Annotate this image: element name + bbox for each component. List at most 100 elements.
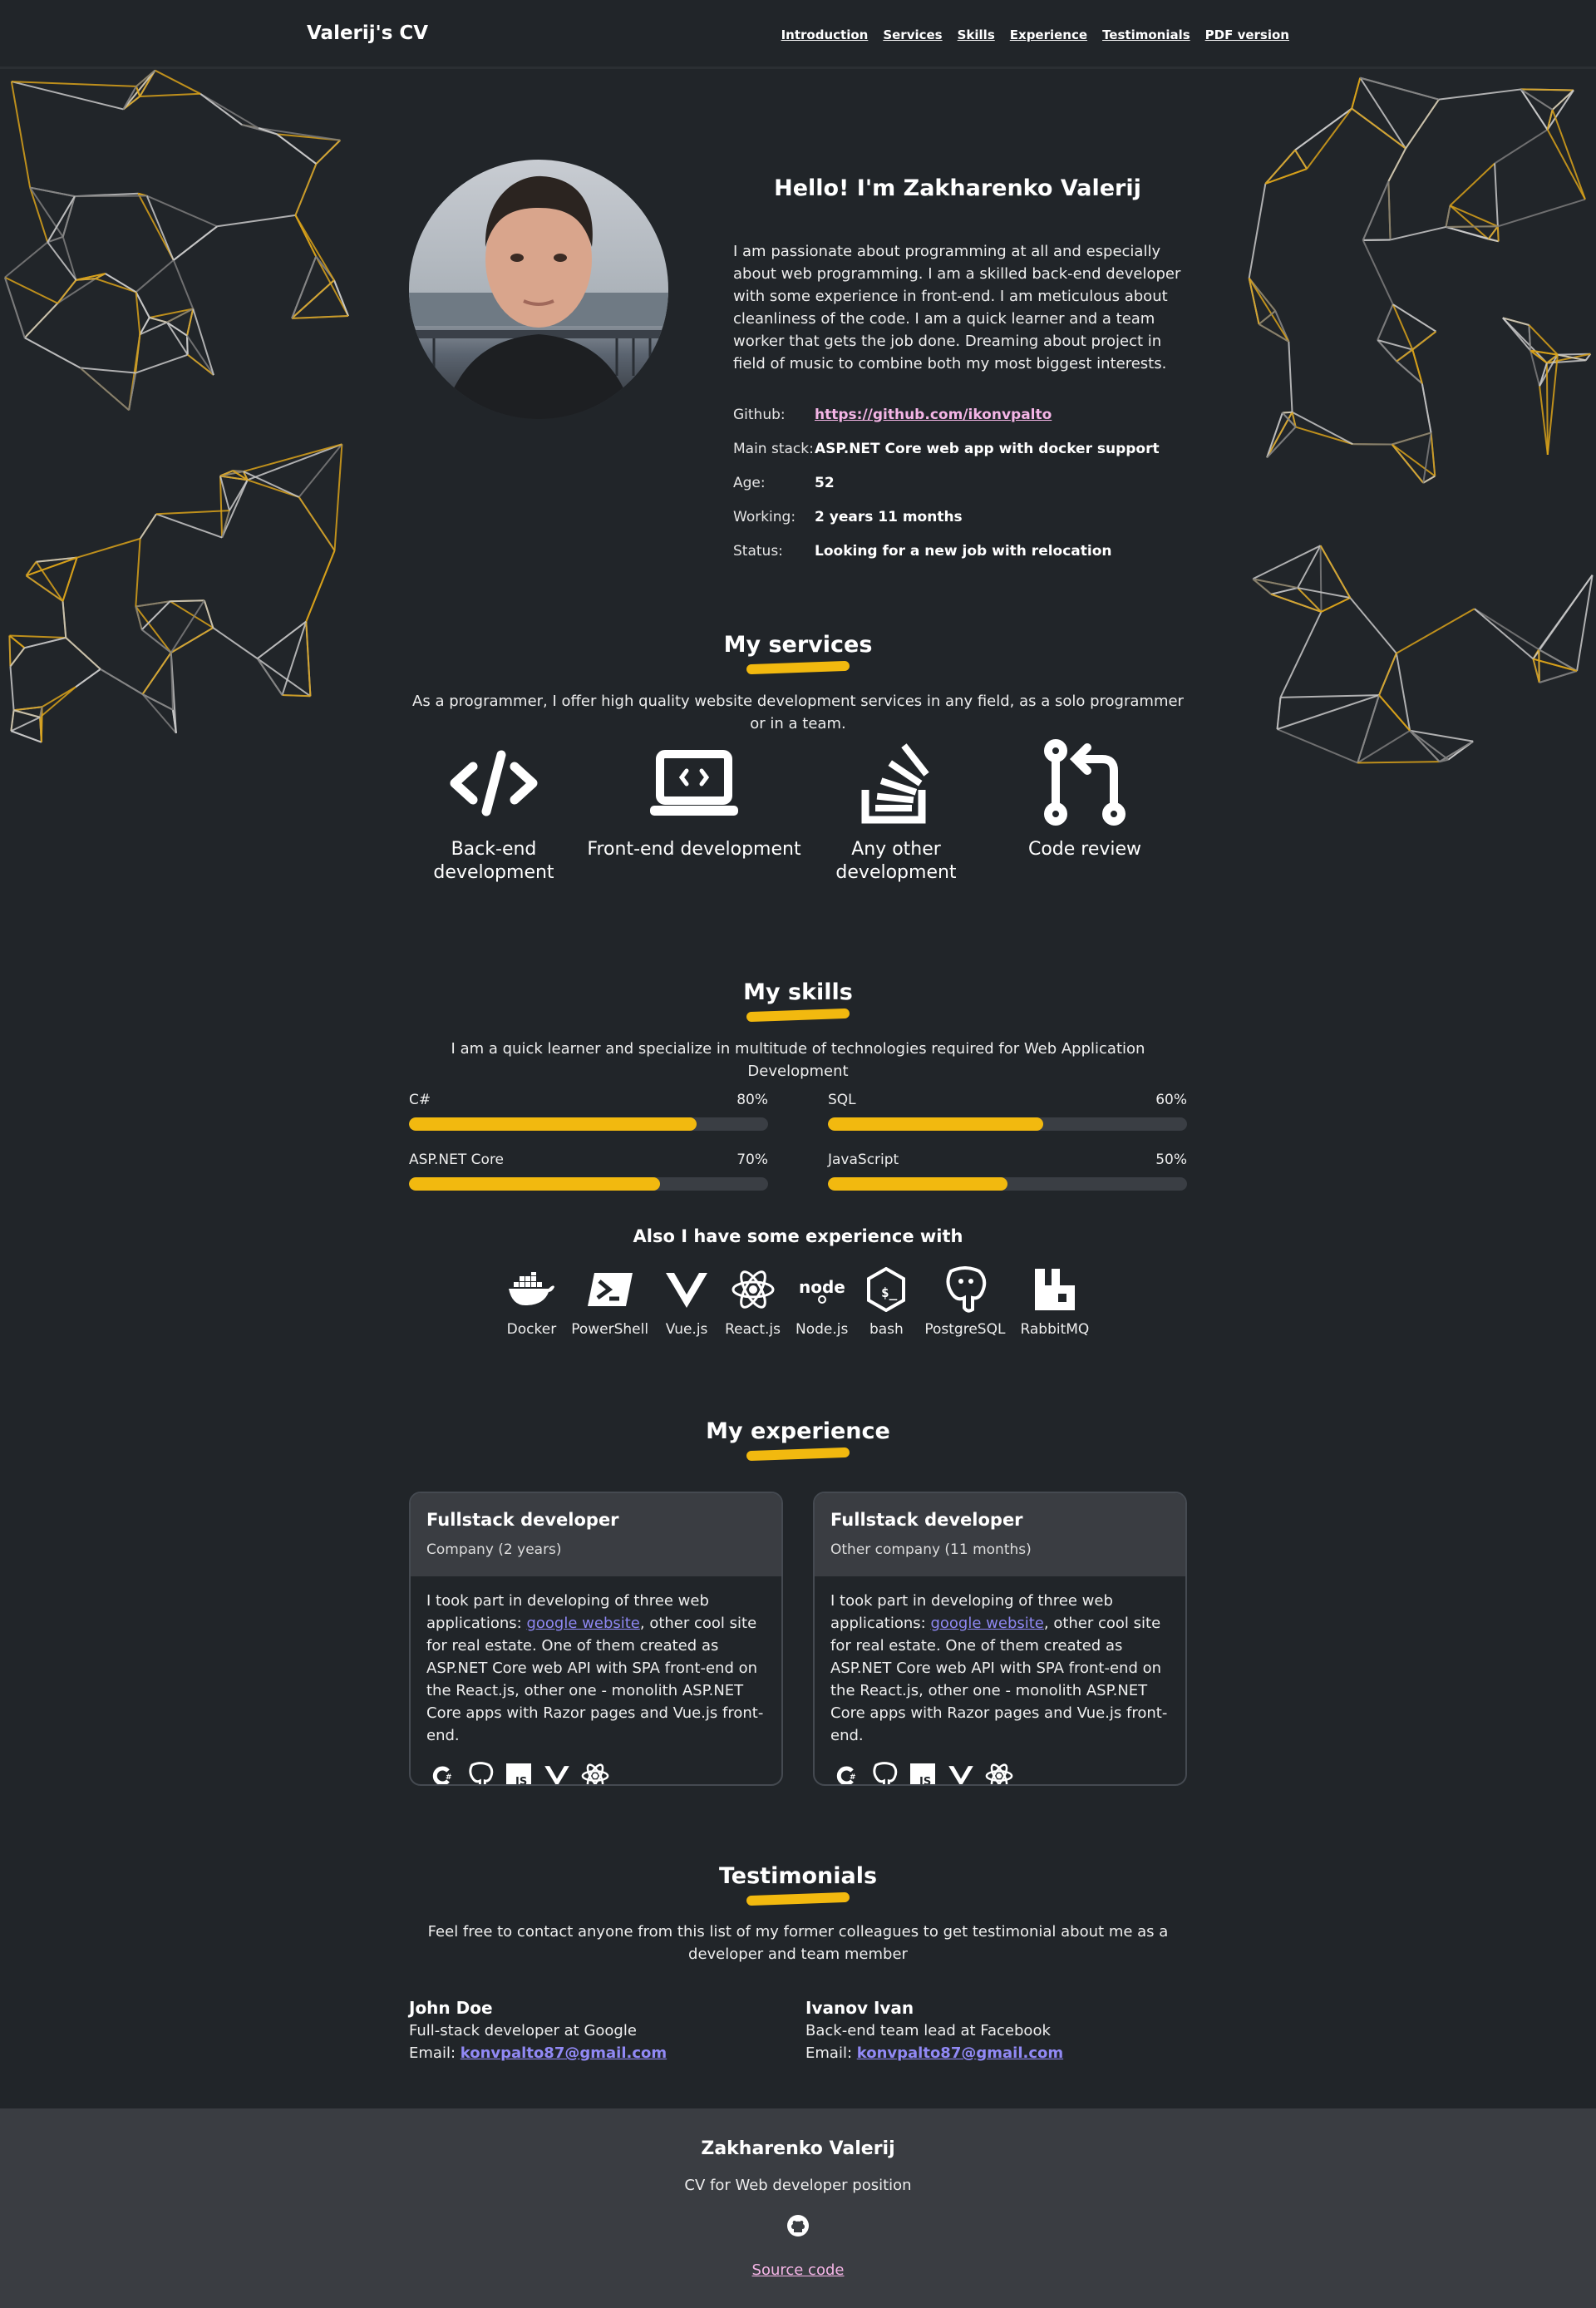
title-underline	[746, 1008, 850, 1023]
skill-name: SQL	[828, 1092, 856, 1108]
tool-postgresql: PostgreSQL	[921, 1265, 1008, 1338]
project-link[interactable]: google website	[526, 1615, 639, 1632]
fact-github: Github: https://github.com/ikonvpalto	[733, 397, 1160, 432]
card-header: Fullstack developer Other company (11 mo…	[815, 1493, 1185, 1576]
skill-name: C#	[409, 1092, 431, 1108]
service-frontend: Front-end development	[579, 733, 810, 900]
fact-main-stack: Main stack: ASP.NET Core web app with do…	[733, 432, 1160, 466]
service-other: Any other development	[810, 733, 983, 900]
react-icon	[725, 1265, 781, 1314]
tool-label: PowerShell	[571, 1321, 649, 1338]
skill-bar-fill	[409, 1177, 661, 1191]
person-email-row: Email: konvpalto87@gmail.com	[805, 2042, 1155, 2064]
person-role: Full-stack developer at Google	[409, 2022, 637, 2039]
card-body: I took part in developing of three web a…	[411, 1576, 781, 1784]
intro-title: Hello! I'm Zakharenko Valerij	[774, 175, 1141, 201]
nav-link-experience[interactable]: Experience	[1010, 27, 1087, 42]
title-underline	[746, 1447, 850, 1462]
nav-link-introduction[interactable]: Introduction	[781, 27, 869, 42]
javascript-icon: JS	[503, 1760, 534, 1784]
postgresql-icon	[869, 1760, 900, 1784]
svg-text:$_: $_	[881, 1285, 898, 1300]
footer-subtitle: CV for Web developer position	[684, 2177, 912, 2194]
tool-bash: $_ bash	[860, 1265, 913, 1338]
email-label: Email:	[409, 2044, 461, 2062]
job-description-rest: , other cool site for real estate. One o…	[426, 1615, 764, 1744]
nav-link-services[interactable]: Services	[883, 27, 942, 42]
nodejs-icon: node	[796, 1265, 848, 1314]
email-link[interactable]: konvpalto87@gmail.com	[461, 2044, 667, 2062]
brand-logo[interactable]: Valerij's CV	[307, 22, 428, 44]
tech-icons: # JS	[830, 1760, 1170, 1786]
profile-facts: Github: https://github.com/ikonvpalto Ma…	[733, 397, 1160, 568]
react-icon	[983, 1760, 1015, 1784]
experience-card: Fullstack developer Other company (11 mo…	[813, 1492, 1187, 1786]
job-description-rest: , other cool site for real estate. One o…	[830, 1615, 1168, 1744]
title-underline	[746, 660, 850, 675]
tech-icons: # JS	[426, 1760, 766, 1784]
service-code-review: Code review	[983, 733, 1187, 900]
navbar: Valerij's CV Introduction Services Skill…	[0, 0, 1596, 69]
services-description: As a programmer, I offer high quality we…	[412, 693, 1184, 732]
tool-label: React.js	[725, 1321, 781, 1338]
nav-link-skills[interactable]: Skills	[958, 27, 995, 42]
project-link[interactable]: google website	[930, 1615, 1043, 1632]
fact-status: Status: Looking for a new job with reloc…	[733, 534, 1160, 568]
services-list: Back-end development Front-end developme…	[409, 733, 1187, 900]
footer-name: Zakharenko Valerij	[701, 2138, 895, 2159]
fact-label: Age:	[733, 474, 766, 491]
skill-percent: 60%	[1155, 1092, 1187, 1108]
testimonial-person: Ivanov Ivan Back-end team lead at Facebo…	[805, 1997, 1155, 2064]
skill-percent: 80%	[736, 1092, 768, 1108]
testimonial-person: John Doe Full-stack developer at Google …	[409, 1997, 758, 2064]
fact-value: ASP.NET Core web app with docker support	[815, 440, 1160, 457]
tool-powershell: PowerShell	[568, 1265, 652, 1338]
skill-bar	[828, 1177, 1187, 1191]
csharp-icon: #	[830, 1760, 862, 1784]
nav-link-testimonials[interactable]: Testimonials	[1102, 27, 1190, 42]
skill-bar-fill	[409, 1117, 697, 1131]
service-label: Back-end development	[433, 839, 554, 883]
skills-description: I am a quick learner and specialize in m…	[451, 1040, 1145, 1080]
title-underline	[746, 1891, 850, 1906]
pull-request-icon	[983, 733, 1187, 833]
testimonials-title: Testimonials	[718, 1863, 878, 1889]
tool-label: bash	[869, 1321, 904, 1338]
card-header: Fullstack developer Company (2 years)	[411, 1493, 781, 1576]
powershell-icon	[571, 1265, 648, 1314]
source-code-link[interactable]: Source code	[0, 2261, 1596, 2279]
tool-docker: Docker	[504, 1265, 560, 1338]
footer: Zakharenko Valerij CV for Web developer …	[0, 2108, 1596, 2308]
fact-label: Github:	[733, 406, 786, 423]
email-link[interactable]: konvpalto87@gmail.com	[857, 2044, 1063, 2062]
job-title: Fullstack developer	[830, 1510, 1023, 1530]
tool-label: Vue.js	[665, 1321, 708, 1338]
fact-value: 2 years 11 months	[815, 508, 963, 525]
service-label: Front-end development	[587, 839, 801, 860]
fact-value: 52	[815, 474, 835, 491]
tool-label: RabbitMQ	[1020, 1321, 1090, 1338]
github-icon[interactable]	[786, 2214, 810, 2237]
fact-label: Working:	[733, 508, 796, 525]
nav-link-pdf-version[interactable]: PDF version	[1205, 27, 1289, 42]
tool-label: Docker	[506, 1321, 557, 1338]
skill-bar-fill	[828, 1117, 1044, 1131]
service-label: Code review	[1027, 839, 1142, 860]
tools-list: Docker PowerShell Vue.js React.js node N…	[0, 1265, 1596, 1338]
tool-nodejs: node Node.js	[792, 1265, 851, 1338]
skill-sql: SQL 60%	[828, 1092, 1187, 1131]
card-body: I took part in developing of three web a…	[815, 1576, 1185, 1786]
svg-text:node: node	[799, 1277, 845, 1297]
services-title: My services	[723, 632, 873, 658]
rabbitmq-icon	[1020, 1265, 1089, 1314]
skill-csharp: C# 80%	[409, 1092, 768, 1131]
skill-name: JavaScript	[828, 1152, 899, 1168]
fact-age: Age: 52	[733, 466, 1160, 500]
experience-card: Fullstack developer Company (2 years) I …	[409, 1492, 783, 1786]
skill-percent: 50%	[1155, 1152, 1187, 1168]
svg-text:JS: JS	[919, 1776, 931, 1786]
person-name: John Doe	[409, 1998, 493, 2018]
github-link[interactable]: https://github.com/ikonvpalto	[815, 407, 1052, 423]
job-company: Company (2 years)	[426, 1541, 562, 1558]
postgresql-icon	[924, 1265, 1005, 1314]
